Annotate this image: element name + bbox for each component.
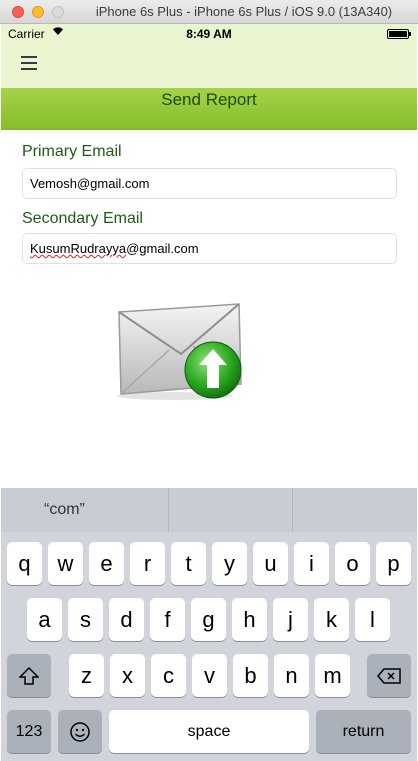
secondary-email-input[interactable]: KusumRudrayya@gmail.com [22, 233, 397, 264]
key-q[interactable]: q [7, 542, 42, 585]
key-o[interactable]: o [335, 542, 370, 585]
email-domain-text: @gmail.com [126, 241, 199, 256]
delete-key[interactable] [367, 654, 411, 697]
suggestion-2[interactable] [169, 488, 294, 532]
zoom-window-button[interactable] [52, 6, 64, 18]
emoji-key[interactable] [58, 710, 102, 753]
key-z[interactable]: z [69, 654, 104, 697]
key-r[interactable]: r [130, 542, 165, 585]
key-m[interactable]: m [315, 654, 350, 697]
misspelled-word: KusumRudrayya [30, 241, 127, 256]
send-email-button[interactable] [111, 302, 243, 402]
key-x[interactable]: x [110, 654, 145, 697]
send-email-icon [117, 303, 242, 400]
key-j[interactable]: j [273, 598, 308, 641]
space-key[interactable]: space [109, 710, 309, 753]
shift-icon [19, 666, 39, 685]
minimize-window-button[interactable] [32, 6, 44, 18]
key-d[interactable]: d [109, 598, 144, 641]
primary-email-label: Primary Email [22, 143, 122, 160]
key-f[interactable]: f [150, 598, 185, 641]
key-v[interactable]: v [192, 654, 227, 697]
return-key[interactable]: return [316, 710, 411, 753]
close-window-button[interactable] [12, 6, 24, 18]
window-title: iPhone 6s Plus - iPhone 6s Plus / iOS 9.… [95, 4, 393, 19]
key-b[interactable]: b [233, 654, 268, 697]
key-t[interactable]: t [171, 542, 206, 585]
backspace-icon [377, 667, 401, 684]
key-s[interactable]: s [68, 598, 103, 641]
key-y[interactable]: y [212, 542, 247, 585]
key-n[interactable]: n [274, 654, 309, 697]
emoji-icon [70, 721, 90, 742]
suggestion-3[interactable] [293, 488, 417, 532]
key-h[interactable]: h [232, 598, 267, 641]
simulator-title-bar: iPhone 6s Plus - iPhone 6s Plus / iOS 9.… [0, 0, 418, 24]
suggestion-1[interactable]: “com” [1, 488, 169, 532]
numbers-key[interactable]: 123 [7, 710, 51, 753]
title-band: Send Report [1, 88, 417, 130]
key-c[interactable]: c [151, 654, 186, 697]
primary-email-input[interactable] [22, 168, 397, 199]
key-g[interactable]: g [191, 598, 226, 641]
key-k[interactable]: k [314, 598, 349, 641]
navigation-header: Carrier 8:49 AM [1, 24, 417, 88]
key-a[interactable]: a [27, 598, 62, 641]
keyboard: “com” q w e r t y u i o p a s d f g h j k l z x c v b n m 123 space… [1, 488, 417, 761]
battery-icon [387, 29, 411, 39]
key-w[interactable]: w [48, 542, 83, 585]
hamburger-menu-button[interactable] [21, 56, 37, 70]
hamburger-line [21, 56, 37, 58]
predictive-bar: “com” [1, 488, 417, 532]
secondary-email-label: Secondary Email [22, 210, 143, 227]
key-p[interactable]: p [376, 542, 411, 585]
hamburger-line [21, 68, 37, 70]
key-i[interactable]: i [294, 542, 329, 585]
phone-screen: Carrier 8:49 AM Send Report Primary Emai… [1, 24, 417, 761]
hamburger-line [21, 62, 37, 64]
key-u[interactable]: u [253, 542, 288, 585]
page-title: Send Report [161, 90, 257, 109]
key-e[interactable]: e [89, 542, 124, 585]
shift-key[interactable] [7, 654, 51, 697]
status-bar: Carrier 8:49 AM [1, 24, 417, 44]
key-l[interactable]: l [355, 598, 390, 641]
status-time: 8:49 AM [186, 27, 232, 41]
